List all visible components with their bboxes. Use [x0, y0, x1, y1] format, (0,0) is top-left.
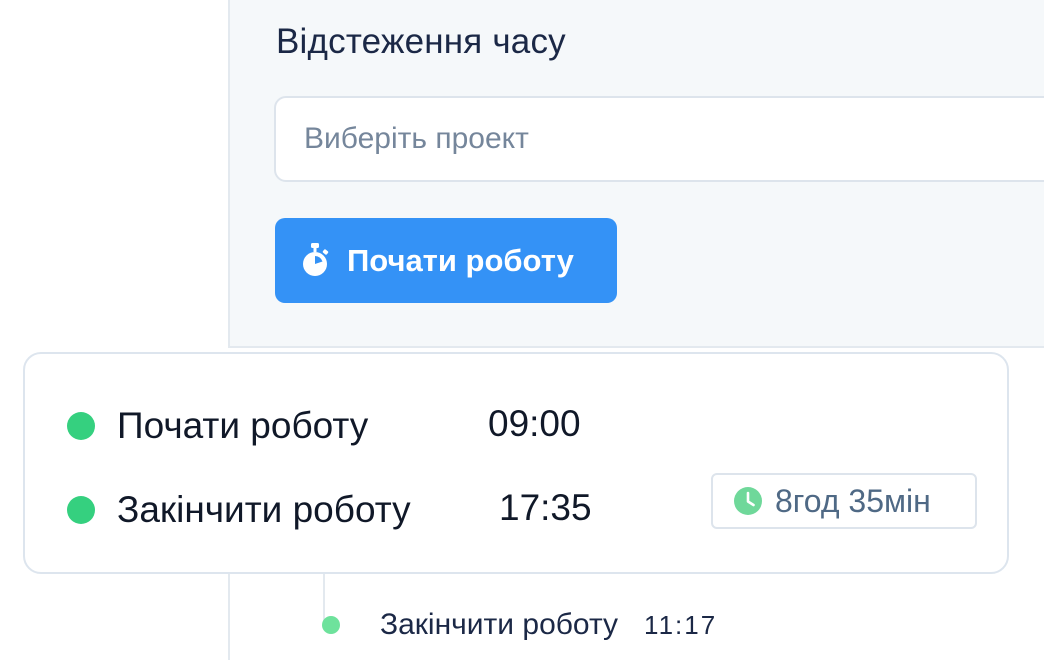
start-work-label: Почати роботу	[117, 405, 369, 446]
status-dot-green	[67, 496, 95, 524]
timeline-entry-time: 11:17	[644, 609, 718, 640]
time-tracking-screen: Відстеження часу Почати роботу Почати ро…	[0, 0, 1044, 660]
status-dot-green	[67, 412, 95, 440]
clock-icon	[733, 486, 763, 516]
status-dot-green	[322, 616, 340, 634]
start-work-button-label: Почати роботу	[347, 242, 574, 278]
project-select-input[interactable]	[274, 96, 1044, 182]
end-time: 17:35	[499, 487, 592, 528]
duration-badge: 8год 35мін	[711, 473, 977, 529]
panel-border-line	[228, 572, 230, 660]
start-time: 09:00	[488, 403, 581, 444]
duration-text: 8год 35мін	[775, 482, 931, 519]
end-work-label: Закінчити роботу	[117, 489, 411, 530]
time-tracking-panel: Відстеження часу Почати роботу	[228, 0, 1044, 348]
start-work-row: Почати роботу	[67, 405, 368, 447]
stopwatch-icon	[299, 242, 331, 279]
panel-title: Відстеження часу	[276, 22, 566, 61]
timeline-entry: Закінчити роботу 11:17	[322, 608, 717, 642]
timeline-entry-label: Закінчити роботу	[380, 608, 619, 641]
end-work-row: Закінчити роботу	[67, 489, 411, 531]
work-summary-card: Почати роботу 09:00 Закінчити роботу 17:…	[23, 352, 1009, 574]
start-work-button[interactable]: Почати роботу	[275, 218, 617, 303]
